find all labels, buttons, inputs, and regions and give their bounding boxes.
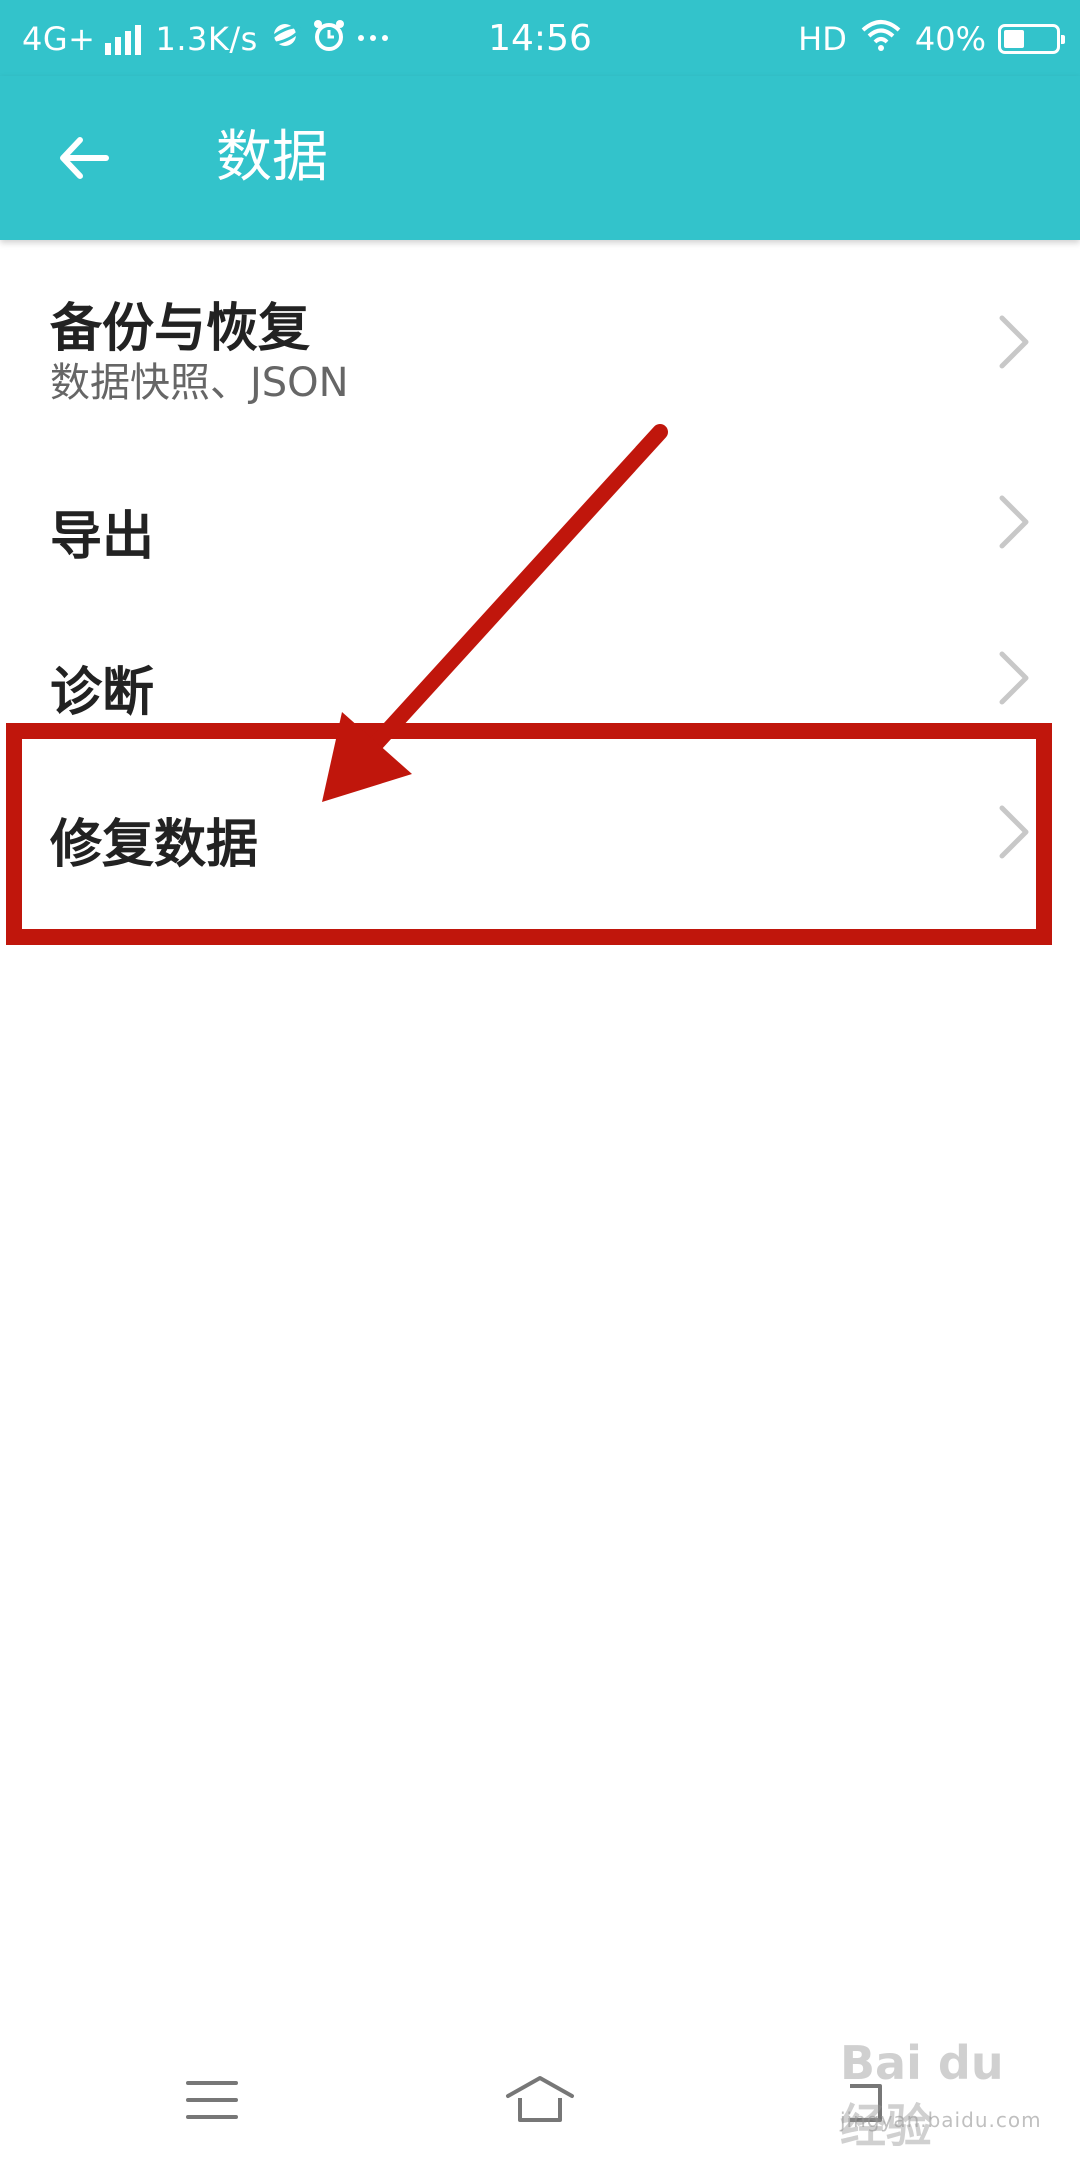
back-nav-button[interactable] xyxy=(820,2060,920,2140)
item-subtitle: 数据快照、JSON xyxy=(50,360,349,406)
list-item-repair-data[interactable]: 修复数据 xyxy=(0,756,1080,912)
wifi-icon xyxy=(859,18,903,60)
list-item-backup-restore[interactable]: 备份与恢复 数据快照、JSON xyxy=(0,240,1080,444)
menu-icon xyxy=(186,2081,238,2119)
app-bar: 数据 xyxy=(0,76,1080,240)
menu-button[interactable] xyxy=(162,2060,262,2140)
item-title: 修复数据 xyxy=(50,815,259,875)
arrow-left-icon xyxy=(60,137,109,179)
chevron-right-icon xyxy=(999,315,1029,369)
item-title: 导出 xyxy=(50,507,155,567)
chevron-right-icon xyxy=(999,651,1029,705)
back-button[interactable] xyxy=(44,118,124,198)
battery-level xyxy=(1004,30,1024,48)
chevron-right-icon xyxy=(999,805,1029,859)
list-item-diagnose[interactable]: 诊断 xyxy=(0,600,1080,756)
page-title: 数据 xyxy=(216,125,328,190)
back-icon xyxy=(850,2084,882,2122)
hd-badge: HD xyxy=(798,20,847,58)
screen: 4G+ 1.3K/s 14:56 HD 40% 数据 备份与恢复 数据快照、JS… xyxy=(0,0,1080,2160)
home-icon xyxy=(506,2076,574,2122)
status-right: HD 40% xyxy=(786,14,1065,64)
battery-icon xyxy=(998,24,1065,54)
settings-list: 备份与恢复 数据快照、JSON 导出 诊断 修复数据 xyxy=(0,240,1080,912)
list-item-export[interactable]: 导出 xyxy=(0,444,1080,600)
battery-percent: 40% xyxy=(914,20,986,58)
navigation-bar xyxy=(0,2040,1080,2160)
chevron-right-icon xyxy=(999,495,1029,549)
home-button[interactable] xyxy=(490,2060,590,2140)
status-bar: 4G+ 1.3K/s 14:56 HD 40% xyxy=(0,0,1080,76)
item-title: 诊断 xyxy=(50,663,155,723)
